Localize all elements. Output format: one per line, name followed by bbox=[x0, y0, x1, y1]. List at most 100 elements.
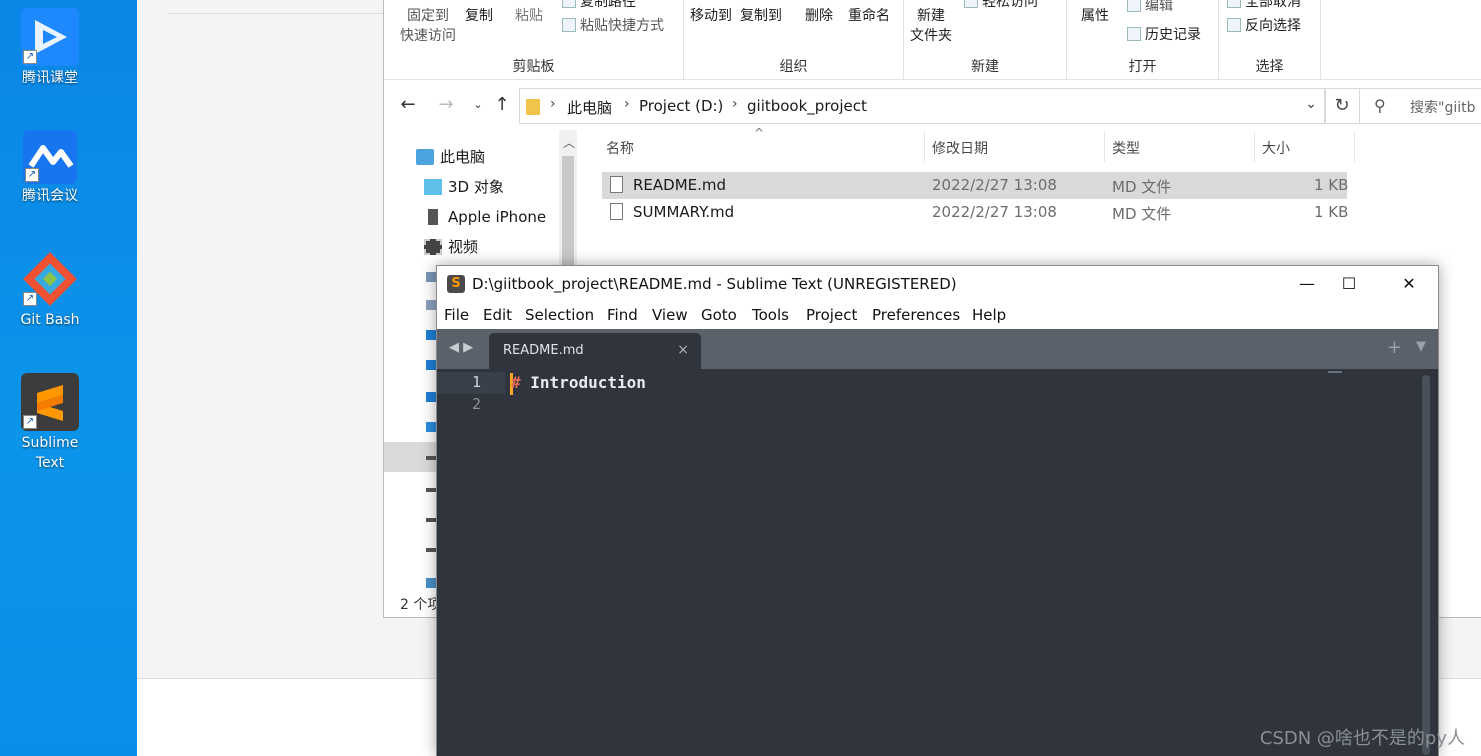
column-header-name[interactable]: 名称 bbox=[606, 138, 634, 158]
edit-icon bbox=[1127, 0, 1141, 12]
move-to-button[interactable]: 移动到 bbox=[690, 6, 732, 26]
menu-goto[interactable]: Goto bbox=[701, 306, 737, 324]
title-bar[interactable]: S D:\giitbook_project\README.md - Sublim… bbox=[437, 266, 1438, 302]
editor-scrollbar[interactable] bbox=[1422, 375, 1430, 755]
copy-button[interactable]: 复制 bbox=[465, 6, 493, 26]
nav-item-this-pc[interactable]: 此电脑 bbox=[416, 146, 485, 168]
tab-readme[interactable]: README.md × bbox=[489, 333, 701, 369]
shortcut-arrow-icon: ↗ bbox=[23, 415, 37, 429]
desktop-icon-label: 腾讯课堂 bbox=[22, 70, 78, 86]
file-row-summary[interactable]: SUMMARY.md 2022/2/27 13:08 MD 文件 1 KB bbox=[602, 199, 1348, 226]
up-arrow-icon[interactable]: ↑ bbox=[492, 94, 512, 116]
edit-button[interactable]: 编辑 bbox=[1127, 0, 1173, 16]
ribbon-group-select: 全部取消 反向选择 选择 bbox=[1219, 0, 1321, 80]
nav-item-videos[interactable]: 视频 bbox=[424, 236, 478, 258]
invert-selection-icon bbox=[1227, 18, 1241, 32]
column-header-type[interactable]: 类型 bbox=[1112, 138, 1140, 158]
maximize-icon[interactable]: ☐ bbox=[1327, 270, 1371, 298]
tab-list-dropdown-icon[interactable]: ▼ bbox=[1416, 339, 1426, 354]
tab-bar: ◀ ▶ README.md × + ▼ bbox=[437, 329, 1438, 369]
refresh-icon[interactable]: ↻ bbox=[1324, 88, 1360, 124]
menu-edit[interactable]: Edit bbox=[483, 306, 512, 324]
menu-help[interactable]: Help bbox=[972, 306, 1006, 324]
menu-preferences[interactable]: Preferences bbox=[872, 306, 960, 324]
select-none-button[interactable]: 全部取消 bbox=[1227, 0, 1301, 12]
close-icon[interactable]: ✕ bbox=[1387, 270, 1431, 298]
menu-project[interactable]: Project bbox=[806, 306, 857, 324]
menu-find[interactable]: Find bbox=[607, 306, 638, 324]
markdown-hash: # bbox=[511, 373, 521, 392]
tab-nav-arrows-icon[interactable]: ◀ ▶ bbox=[449, 340, 473, 355]
rename-button[interactable]: 重命名 bbox=[848, 6, 890, 26]
shortcut-arrow-icon: ↗ bbox=[25, 168, 39, 182]
menu-selection[interactable]: Selection bbox=[525, 306, 594, 324]
history-button[interactable]: 历史记录 bbox=[1127, 25, 1201, 45]
file-row-readme[interactable]: README.md 2022/2/27 13:08 MD 文件 1 KB bbox=[602, 172, 1348, 199]
nav-item-3d-objects[interactable]: 3D 对象 bbox=[424, 176, 504, 198]
breadcrumb-folder[interactable]: giitbook_project bbox=[747, 97, 867, 115]
search-icon: ⚲ bbox=[1374, 96, 1386, 115]
menu-view[interactable]: View bbox=[652, 306, 688, 324]
new-folder-button[interactable]: 新建 文件夹 bbox=[910, 6, 952, 46]
copy-to-button[interactable]: 复制到 bbox=[740, 6, 782, 26]
tab-close-icon[interactable]: × bbox=[677, 342, 689, 358]
shortcut-arrow-icon: ↗ bbox=[23, 292, 37, 306]
breadcrumb-drive[interactable]: Project (D:) bbox=[639, 97, 723, 115]
file-date: 2022/2/27 13:08 bbox=[932, 176, 1057, 194]
column-divider[interactable] bbox=[1254, 132, 1255, 162]
menu-tools[interactable]: Tools bbox=[752, 306, 789, 324]
breadcrumb-this-pc[interactable]: 此电脑 bbox=[567, 97, 612, 118]
window-title: D:\giitbook_project\README.md - Sublime … bbox=[472, 275, 957, 293]
desktop-icon-tencent-meeting[interactable]: ↗ 腾讯会议 bbox=[0, 130, 100, 206]
minimize-icon[interactable]: — bbox=[1285, 270, 1329, 298]
git-bash-icon: ↗ bbox=[21, 250, 79, 308]
new-tab-plus-icon[interactable]: + bbox=[1387, 337, 1402, 358]
address-field[interactable]: › 此电脑 › Project (D:) › giitbook_project … bbox=[519, 88, 1326, 124]
markdown-heading: Introduction bbox=[530, 373, 646, 392]
desktop-icon-tencent-classroom[interactable]: ↗ 腾讯课堂 bbox=[0, 8, 100, 88]
column-divider[interactable] bbox=[924, 132, 925, 162]
back-arrow-icon[interactable]: ← bbox=[398, 94, 418, 116]
ribbon-group-label: 选择 bbox=[1255, 59, 1284, 75]
folder-icon bbox=[526, 99, 540, 115]
breadcrumb-separator-icon[interactable]: › bbox=[550, 96, 556, 112]
delete-button[interactable]: 删除 bbox=[805, 6, 833, 26]
line-number-gutter: 1 2 bbox=[437, 369, 507, 756]
desktop-icon-sublime-text[interactable]: ↗ Sublime Text bbox=[0, 373, 100, 473]
column-header-size[interactable]: 大小 bbox=[1262, 138, 1290, 158]
editor-area[interactable]: 1 2 # Introduction bbox=[437, 369, 1438, 756]
ribbon-group-label: 剪贴板 bbox=[512, 59, 555, 75]
scroll-up-icon[interactable]: ︿ bbox=[563, 134, 575, 151]
easy-access-button[interactable]: 轻松访问 bbox=[964, 0, 1038, 12]
invert-selection-button[interactable]: 反向选择 bbox=[1227, 16, 1301, 36]
nav-item-apple-iphone[interactable]: Apple iPhone bbox=[424, 206, 546, 228]
file-name: SUMMARY.md bbox=[633, 203, 735, 221]
minimap[interactable] bbox=[1328, 371, 1342, 373]
code-line-1[interactable]: # Introduction bbox=[511, 373, 646, 392]
breadcrumb-separator-icon[interactable]: › bbox=[732, 96, 738, 112]
column-divider[interactable] bbox=[1104, 132, 1105, 162]
ribbon-group-label: 组织 bbox=[779, 59, 808, 75]
ribbon-group-open: 属性 编辑 历史记录 打开 bbox=[1067, 0, 1219, 80]
column-header-date[interactable]: 修改日期 bbox=[932, 138, 988, 158]
forward-arrow-icon[interactable]: → bbox=[436, 94, 456, 116]
desktop-icon-git-bash[interactable]: ↗ Git Bash bbox=[0, 250, 100, 330]
recent-locations-chevron-icon[interactable]: ⌄ bbox=[468, 94, 488, 116]
history-icon bbox=[1127, 27, 1141, 41]
paste-shortcut-button[interactable]: 粘贴快捷方式 bbox=[562, 16, 664, 36]
menu-file[interactable]: File bbox=[444, 306, 469, 324]
properties-button[interactable]: 属性 bbox=[1081, 6, 1109, 26]
copy-path-button[interactable]: 复制路径 bbox=[562, 0, 636, 12]
breadcrumb-separator-icon[interactable]: › bbox=[624, 96, 630, 112]
address-dropdown-icon[interactable]: ⌄ bbox=[1305, 96, 1317, 112]
shortcut-arrow-icon: ↗ bbox=[23, 50, 37, 64]
select-none-icon bbox=[1227, 0, 1241, 8]
column-divider[interactable] bbox=[1354, 132, 1355, 162]
desktop-icon-label: Git Bash bbox=[20, 312, 80, 328]
pin-quick-access-button[interactable]: 固定到 快速访问 bbox=[400, 6, 456, 46]
paste-button[interactable]: 粘贴 bbox=[515, 6, 543, 26]
desktop-icon-label-line1: Sublime bbox=[21, 435, 79, 451]
menu-bar: File Edit Selection Find View Goto Tools… bbox=[437, 302, 1438, 329]
search-input[interactable]: ⚲ 搜索"giitb bbox=[1360, 88, 1481, 124]
ribbon: 固定到 快速访问 复制 粘贴 复制路径 粘贴快捷方式 剪贴板 移动到 复制到 删… bbox=[384, 0, 1481, 80]
